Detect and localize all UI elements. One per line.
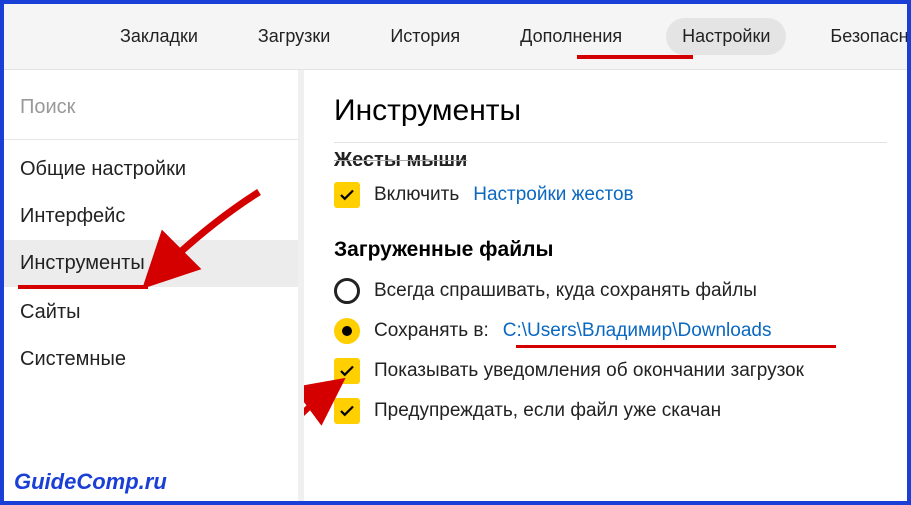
top-tab-bar: Закладки Загрузки История Дополнения Нас… <box>4 4 907 70</box>
watermark-text: GuideComp.ru <box>14 469 167 495</box>
tab-history[interactable]: История <box>374 18 476 55</box>
sidebar-item-sites[interactable]: Сайты <box>4 289 298 336</box>
save-to-path-link[interactable]: C:\Users\Владимир\Downloads <box>503 320 772 342</box>
check-icon <box>338 402 356 420</box>
annotation-underline-settings <box>577 55 693 59</box>
radio-save-to[interactable] <box>334 318 360 344</box>
checkbox-enable-gestures[interactable] <box>334 182 360 208</box>
checkbox-show-notifications[interactable] <box>334 358 360 384</box>
settings-main-panel: Инструменты Жесты мыши Включить Настройк… <box>304 70 907 501</box>
sidebar-item-system[interactable]: Системные <box>4 336 298 383</box>
tab-security[interactable]: Безопасность <box>814 18 907 55</box>
tab-addons[interactable]: Дополнения <box>504 18 638 55</box>
check-icon <box>338 362 356 380</box>
prev-section-title-truncated: Жесты мыши <box>334 149 887 172</box>
sidebar-item-interface[interactable]: Интерфейс <box>4 193 298 240</box>
sidebar-item-tools[interactable]: Инструменты <box>4 240 298 287</box>
annotation-underline-path <box>516 345 836 348</box>
save-to-label: Сохранять в: <box>374 320 489 342</box>
settings-sidebar: Общие настройки Интерфейс Инструменты Са… <box>4 70 304 501</box>
tab-settings[interactable]: Настройки <box>666 18 786 55</box>
show-notifications-label: Показывать уведомления об окончании загр… <box>374 360 804 382</box>
gesture-settings-link[interactable]: Настройки жестов <box>473 184 633 206</box>
radio-always-ask[interactable] <box>334 278 360 304</box>
enable-gestures-label: Включить <box>374 184 459 206</box>
tab-bookmarks[interactable]: Закладки <box>104 18 214 55</box>
tab-downloads[interactable]: Загрузки <box>242 18 346 55</box>
page-title: Инструменты <box>334 94 887 128</box>
checkbox-warn-downloaded[interactable] <box>334 398 360 424</box>
section-divider <box>334 142 887 143</box>
check-icon <box>338 186 356 204</box>
warn-downloaded-label: Предупреждать, если файл уже скачан <box>374 400 721 422</box>
search-input[interactable] <box>20 96 282 119</box>
always-ask-label: Всегда спрашивать, куда сохранять файлы <box>374 280 757 302</box>
sidebar-item-general[interactable]: Общие настройки <box>4 146 298 193</box>
downloads-section-title: Загруженные файлы <box>334 238 887 262</box>
